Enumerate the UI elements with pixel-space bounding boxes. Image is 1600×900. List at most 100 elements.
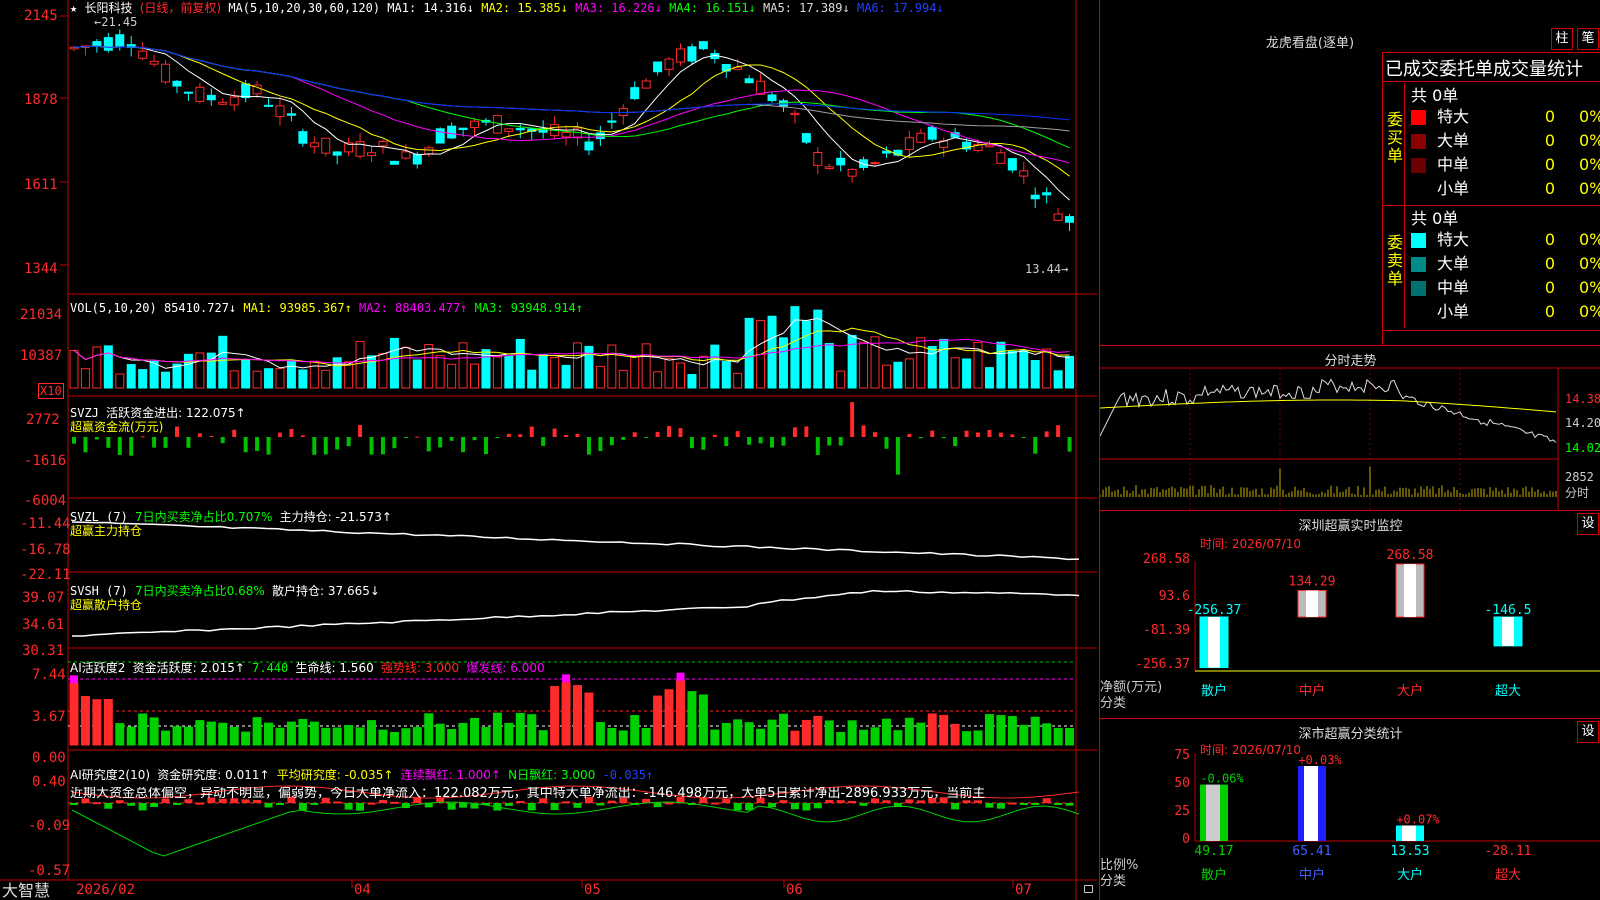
ai2-ytick-0: 7.44 (32, 667, 66, 683)
activity-bar (389, 731, 399, 746)
period-label[interactable]: (日线，前复权) (140, 1, 221, 15)
fund-flow-bar (976, 432, 981, 437)
intraday-ytick-1: 14.20 (1565, 416, 1600, 430)
ma4-value: MA4: 16.151↓ (669, 1, 756, 15)
activity-bar (687, 691, 697, 746)
column-view-button[interactable]: 柱 (1551, 28, 1573, 50)
fund-flow-bar (873, 432, 878, 437)
sell-row-2[interactable]: 中单 0 0% (1411, 276, 1600, 300)
study-bar (150, 803, 159, 808)
fund-flow-bar (541, 437, 546, 446)
vol-title: VOL(5,10,20) (70, 301, 157, 315)
buy-row-3[interactable]: 小单 0 0% (1411, 177, 1600, 201)
main-holding-line (71, 521, 1080, 561)
fund-flow-bar (1033, 437, 1038, 454)
activity-bar (161, 730, 171, 746)
candle-up (195, 86, 205, 102)
monitor-ytick: 268.58 (1143, 552, 1190, 567)
vol-ma2: MA2: 88403.477↑ (359, 301, 468, 315)
study-bar (516, 800, 525, 803)
sell-row-3[interactable]: 小单 0 0% (1411, 300, 1600, 324)
activity-bar (767, 719, 777, 746)
lhb-subtitle: 已成交委托单成交量统计 (1385, 59, 1583, 80)
vol-unit: X10 (38, 383, 64, 399)
buy-medium-swatch (1411, 158, 1426, 173)
buy-row-percent: 0% (1579, 155, 1600, 174)
intraday-chart[interactable] (1100, 346, 1600, 511)
kline-chart-canvas[interactable] (0, 0, 1097, 900)
sell-row-1[interactable]: 大单 0 0% (1411, 252, 1600, 276)
class-bar-highlight (1402, 825, 1416, 841)
study-bar (1019, 803, 1028, 805)
buy-row-2[interactable]: 中单 0 0% (1411, 153, 1600, 177)
volume-bar (206, 352, 216, 389)
fund-flow-bar (518, 434, 523, 437)
lock-icon[interactable] (1084, 885, 1093, 893)
study-bar (275, 803, 284, 805)
fund-flow-bar (884, 437, 889, 449)
study-bar (1065, 803, 1074, 806)
candle-down (630, 87, 640, 100)
star-icon[interactable]: ★ (70, 1, 77, 15)
sell-row-count: 0 (1544, 230, 1555, 249)
chart-area[interactable]: ★ 长阳科技 (日线，前复权) MA(5,10,20,30,60,120) MA… (0, 0, 1097, 900)
volume-bar (573, 342, 582, 389)
sell-row-0[interactable]: 特大 0 0% (1411, 228, 1600, 252)
fund-flow-bar (850, 402, 855, 437)
volume-bar (916, 337, 926, 389)
fund-flow-bar (243, 437, 248, 453)
volume-bar (904, 358, 914, 389)
activity-bar (424, 713, 434, 746)
fund-flow-bar (403, 437, 408, 439)
buy-row-0[interactable]: 特大 0 0% (1411, 105, 1600, 129)
fund-flow-bar (209, 435, 214, 437)
tick-view-button[interactable]: 笔 (1577, 28, 1599, 50)
activity-bar (126, 726, 136, 746)
sz-class-chart: 75 50 25 0 -0.06% 49.17 散户 +0.03% 65.41 中户 +0.07% 1… (1174, 748, 1600, 883)
activity-bar (138, 713, 148, 746)
candle-down (767, 94, 777, 102)
volume-bar (149, 360, 159, 389)
activity-bar (378, 729, 388, 746)
stock-name[interactable]: 长阳科技 (84, 1, 132, 15)
sz-class-class-label: 分类 (1100, 874, 1127, 889)
activity-bar (859, 729, 869, 746)
x-label-4: 07 (1015, 882, 1032, 898)
activity-bar (813, 715, 823, 746)
svzj-ytick-0: 2772 (26, 412, 60, 428)
candle-down (1030, 194, 1040, 200)
fund-flow-bar (586, 437, 591, 455)
intraday-panel[interactable]: 分时走势 14.38 14.20 14.02 2852 分时 (1100, 345, 1600, 511)
fund-flow-bar (140, 436, 145, 438)
monitor-ytick: -256.37 (1135, 657, 1190, 672)
svzj-ytick-1: -1616 (24, 453, 67, 469)
svsh-ytick-1: 34.61 (22, 617, 65, 633)
study-bar (813, 803, 822, 809)
svzl-ytick-0: -11.44 (20, 516, 71, 532)
volume-bar (332, 357, 342, 389)
monitor-ytick: -81.39 (1143, 623, 1190, 638)
volume-bar (241, 359, 251, 389)
study-line (71, 801, 1080, 857)
candle-up (870, 162, 880, 165)
monitor-category-label: 大户 (1397, 683, 1423, 699)
fund-flow-bar (895, 437, 900, 475)
study-extra: -0.035↑ (602, 768, 654, 782)
volume-bar (962, 358, 972, 389)
sell-row-percent: 0% (1579, 278, 1600, 297)
activity-bar (538, 730, 548, 746)
brand-logo[interactable]: 大智慧 (2, 882, 50, 900)
study-bar (92, 802, 101, 805)
candle-up (309, 142, 319, 148)
candle-down (687, 46, 697, 62)
activity-bar (962, 731, 972, 746)
buy-row-1[interactable]: 大单 0 0% (1411, 129, 1600, 153)
study-bar (951, 803, 960, 810)
candle-up (1019, 170, 1029, 177)
candle-down (859, 159, 869, 168)
volume-bar (618, 369, 628, 389)
ma5-value: MA5: 17.389↓ (763, 1, 850, 15)
class-ytick: 50 (1174, 776, 1190, 791)
fund-flow-bar (861, 425, 866, 437)
candle-up (984, 144, 994, 148)
